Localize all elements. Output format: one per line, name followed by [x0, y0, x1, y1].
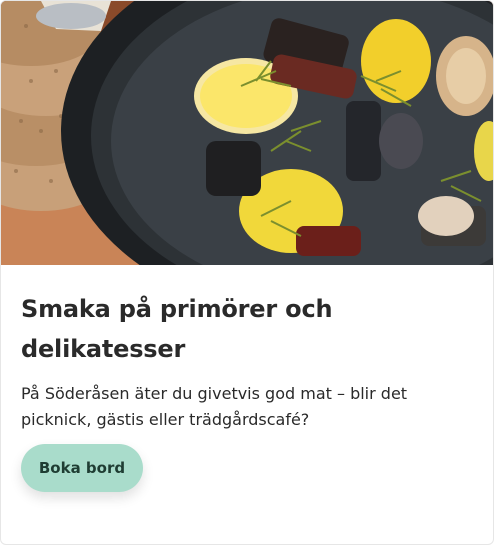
promo-card: Smaka på primörer och delikatesser På Sö… [0, 0, 494, 545]
food-photo [1, 1, 493, 265]
card-content: Smaka på primörer och delikatesser På Sö… [21, 289, 473, 433]
card-title: Smaka på primörer och delikatesser [21, 295, 333, 363]
book-table-button[interactable]: Boka bord [21, 444, 143, 492]
card-description: På Söderåsen äter du givetvis god mat – … [21, 384, 408, 429]
